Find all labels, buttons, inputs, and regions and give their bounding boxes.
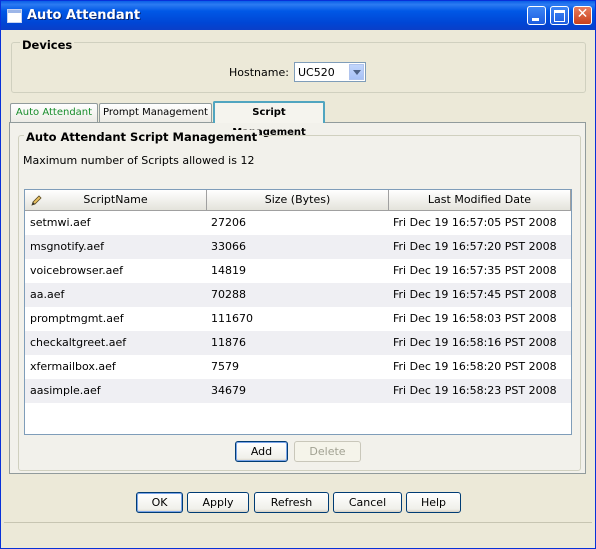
cell-size: 33066 bbox=[211, 240, 246, 253]
minimize-button[interactable] bbox=[527, 6, 546, 25]
cell-scriptname: setmwi.aef bbox=[30, 216, 91, 229]
tab-prompt-management[interactable]: Prompt Management bbox=[99, 103, 212, 122]
close-icon: ✕ bbox=[576, 6, 589, 22]
cell-scriptname: voicebrowser.aef bbox=[30, 264, 123, 277]
column-header-label: ScriptName bbox=[83, 193, 148, 206]
cell-date: Fri Dec 19 16:58:23 PST 2008 bbox=[393, 384, 557, 397]
table-row[interactable]: voicebrowser.aef 14819 Fri Dec 19 16:57:… bbox=[25, 259, 571, 283]
help-button[interactable]: Help bbox=[406, 492, 461, 513]
max-scripts-text: Maximum number of Scripts allowed is 12 bbox=[23, 154, 255, 167]
ok-button[interactable]: OK bbox=[136, 492, 183, 513]
add-button[interactable]: Add bbox=[235, 441, 288, 462]
cell-size: 111670 bbox=[211, 312, 253, 325]
cell-scriptname: promptmgmt.aef bbox=[30, 312, 124, 325]
cell-scriptname: aa.aef bbox=[30, 288, 65, 301]
cell-scriptname: checkaltgreet.aef bbox=[30, 336, 127, 349]
table-row[interactable]: aasimple.aef 34679 Fri Dec 19 16:58:23 P… bbox=[25, 379, 571, 403]
cell-size: 34679 bbox=[211, 384, 246, 397]
cancel-button[interactable]: Cancel bbox=[333, 492, 402, 513]
cell-size: 14819 bbox=[211, 264, 246, 277]
table-row[interactable]: promptmgmt.aef 111670 Fri Dec 19 16:58:0… bbox=[25, 307, 571, 331]
column-header-label: Last Modified Date bbox=[427, 193, 532, 206]
chevron-down-icon[interactable] bbox=[349, 64, 364, 80]
cell-date: Fri Dec 19 16:57:45 PST 2008 bbox=[393, 288, 557, 301]
table-row[interactable]: checkaltgreet.aef 11876 Fri Dec 19 16:58… bbox=[25, 331, 571, 355]
hostname-select[interactable]: UC520 bbox=[294, 62, 366, 82]
pencil-icon bbox=[31, 195, 42, 206]
cell-date: Fri Dec 19 16:57:20 PST 2008 bbox=[393, 240, 557, 253]
table-row[interactable]: setmwi.aef 27206 Fri Dec 19 16:57:05 PST… bbox=[25, 211, 571, 235]
cell-size: 11876 bbox=[211, 336, 246, 349]
table-row[interactable]: aa.aef 70288 Fri Dec 19 16:57:45 PST 200… bbox=[25, 283, 571, 307]
devices-group-title: Devices bbox=[20, 38, 75, 52]
table-header: ScriptName Size (Bytes) Last Modified Da… bbox=[25, 190, 571, 211]
apply-button[interactable]: Apply bbox=[187, 492, 249, 513]
cell-date: Fri Dec 19 16:57:35 PST 2008 bbox=[393, 264, 557, 277]
cell-size: 7579 bbox=[211, 360, 239, 373]
tab-auto-attendant[interactable]: Auto Attendant bbox=[10, 103, 98, 122]
cell-size: 27206 bbox=[211, 216, 246, 229]
cell-date: Fri Dec 19 16:58:16 PST 2008 bbox=[393, 336, 557, 349]
hostname-value: UC520 bbox=[298, 66, 335, 79]
column-header-label: Size (Bytes) bbox=[264, 193, 331, 206]
column-header-scriptname[interactable]: ScriptName bbox=[25, 190, 207, 210]
column-header-last-modified[interactable]: Last Modified Date bbox=[389, 190, 571, 210]
maximize-button[interactable] bbox=[550, 6, 569, 25]
hostname-label: Hostname: bbox=[229, 66, 289, 79]
cell-scriptname: aasimple.aef bbox=[30, 384, 101, 397]
cell-size: 70288 bbox=[211, 288, 246, 301]
cell-scriptname: xfermailbox.aef bbox=[30, 360, 116, 373]
table-row[interactable]: xfermailbox.aef 7579 Fri Dec 19 16:58:20… bbox=[25, 355, 571, 379]
cell-date: Fri Dec 19 16:57:05 PST 2008 bbox=[393, 216, 557, 229]
scripts-table: ScriptName Size (Bytes) Last Modified Da… bbox=[24, 189, 572, 435]
cell-scriptname: msgnotify.aef bbox=[30, 240, 104, 253]
window-icon bbox=[7, 9, 22, 23]
table-row[interactable]: msgnotify.aef 33066 Fri Dec 19 16:57:20 … bbox=[25, 235, 571, 259]
delete-button[interactable]: Delete bbox=[294, 441, 361, 462]
tab-script-management[interactable]: Script Management bbox=[213, 101, 325, 138]
script-management-group-title: Auto Attendant Script Management bbox=[24, 130, 260, 144]
close-button[interactable]: ✕ bbox=[573, 6, 592, 25]
window-title: Auto Attendant bbox=[27, 8, 141, 23]
refresh-button[interactable]: Refresh bbox=[254, 492, 329, 513]
title-bar[interactable]: Auto Attendant ✕ bbox=[1, 1, 595, 30]
status-bar bbox=[4, 522, 592, 544]
cell-date: Fri Dec 19 16:58:03 PST 2008 bbox=[393, 312, 557, 325]
cell-date: Fri Dec 19 16:58:20 PST 2008 bbox=[393, 360, 557, 373]
column-header-size[interactable]: Size (Bytes) bbox=[207, 190, 389, 210]
